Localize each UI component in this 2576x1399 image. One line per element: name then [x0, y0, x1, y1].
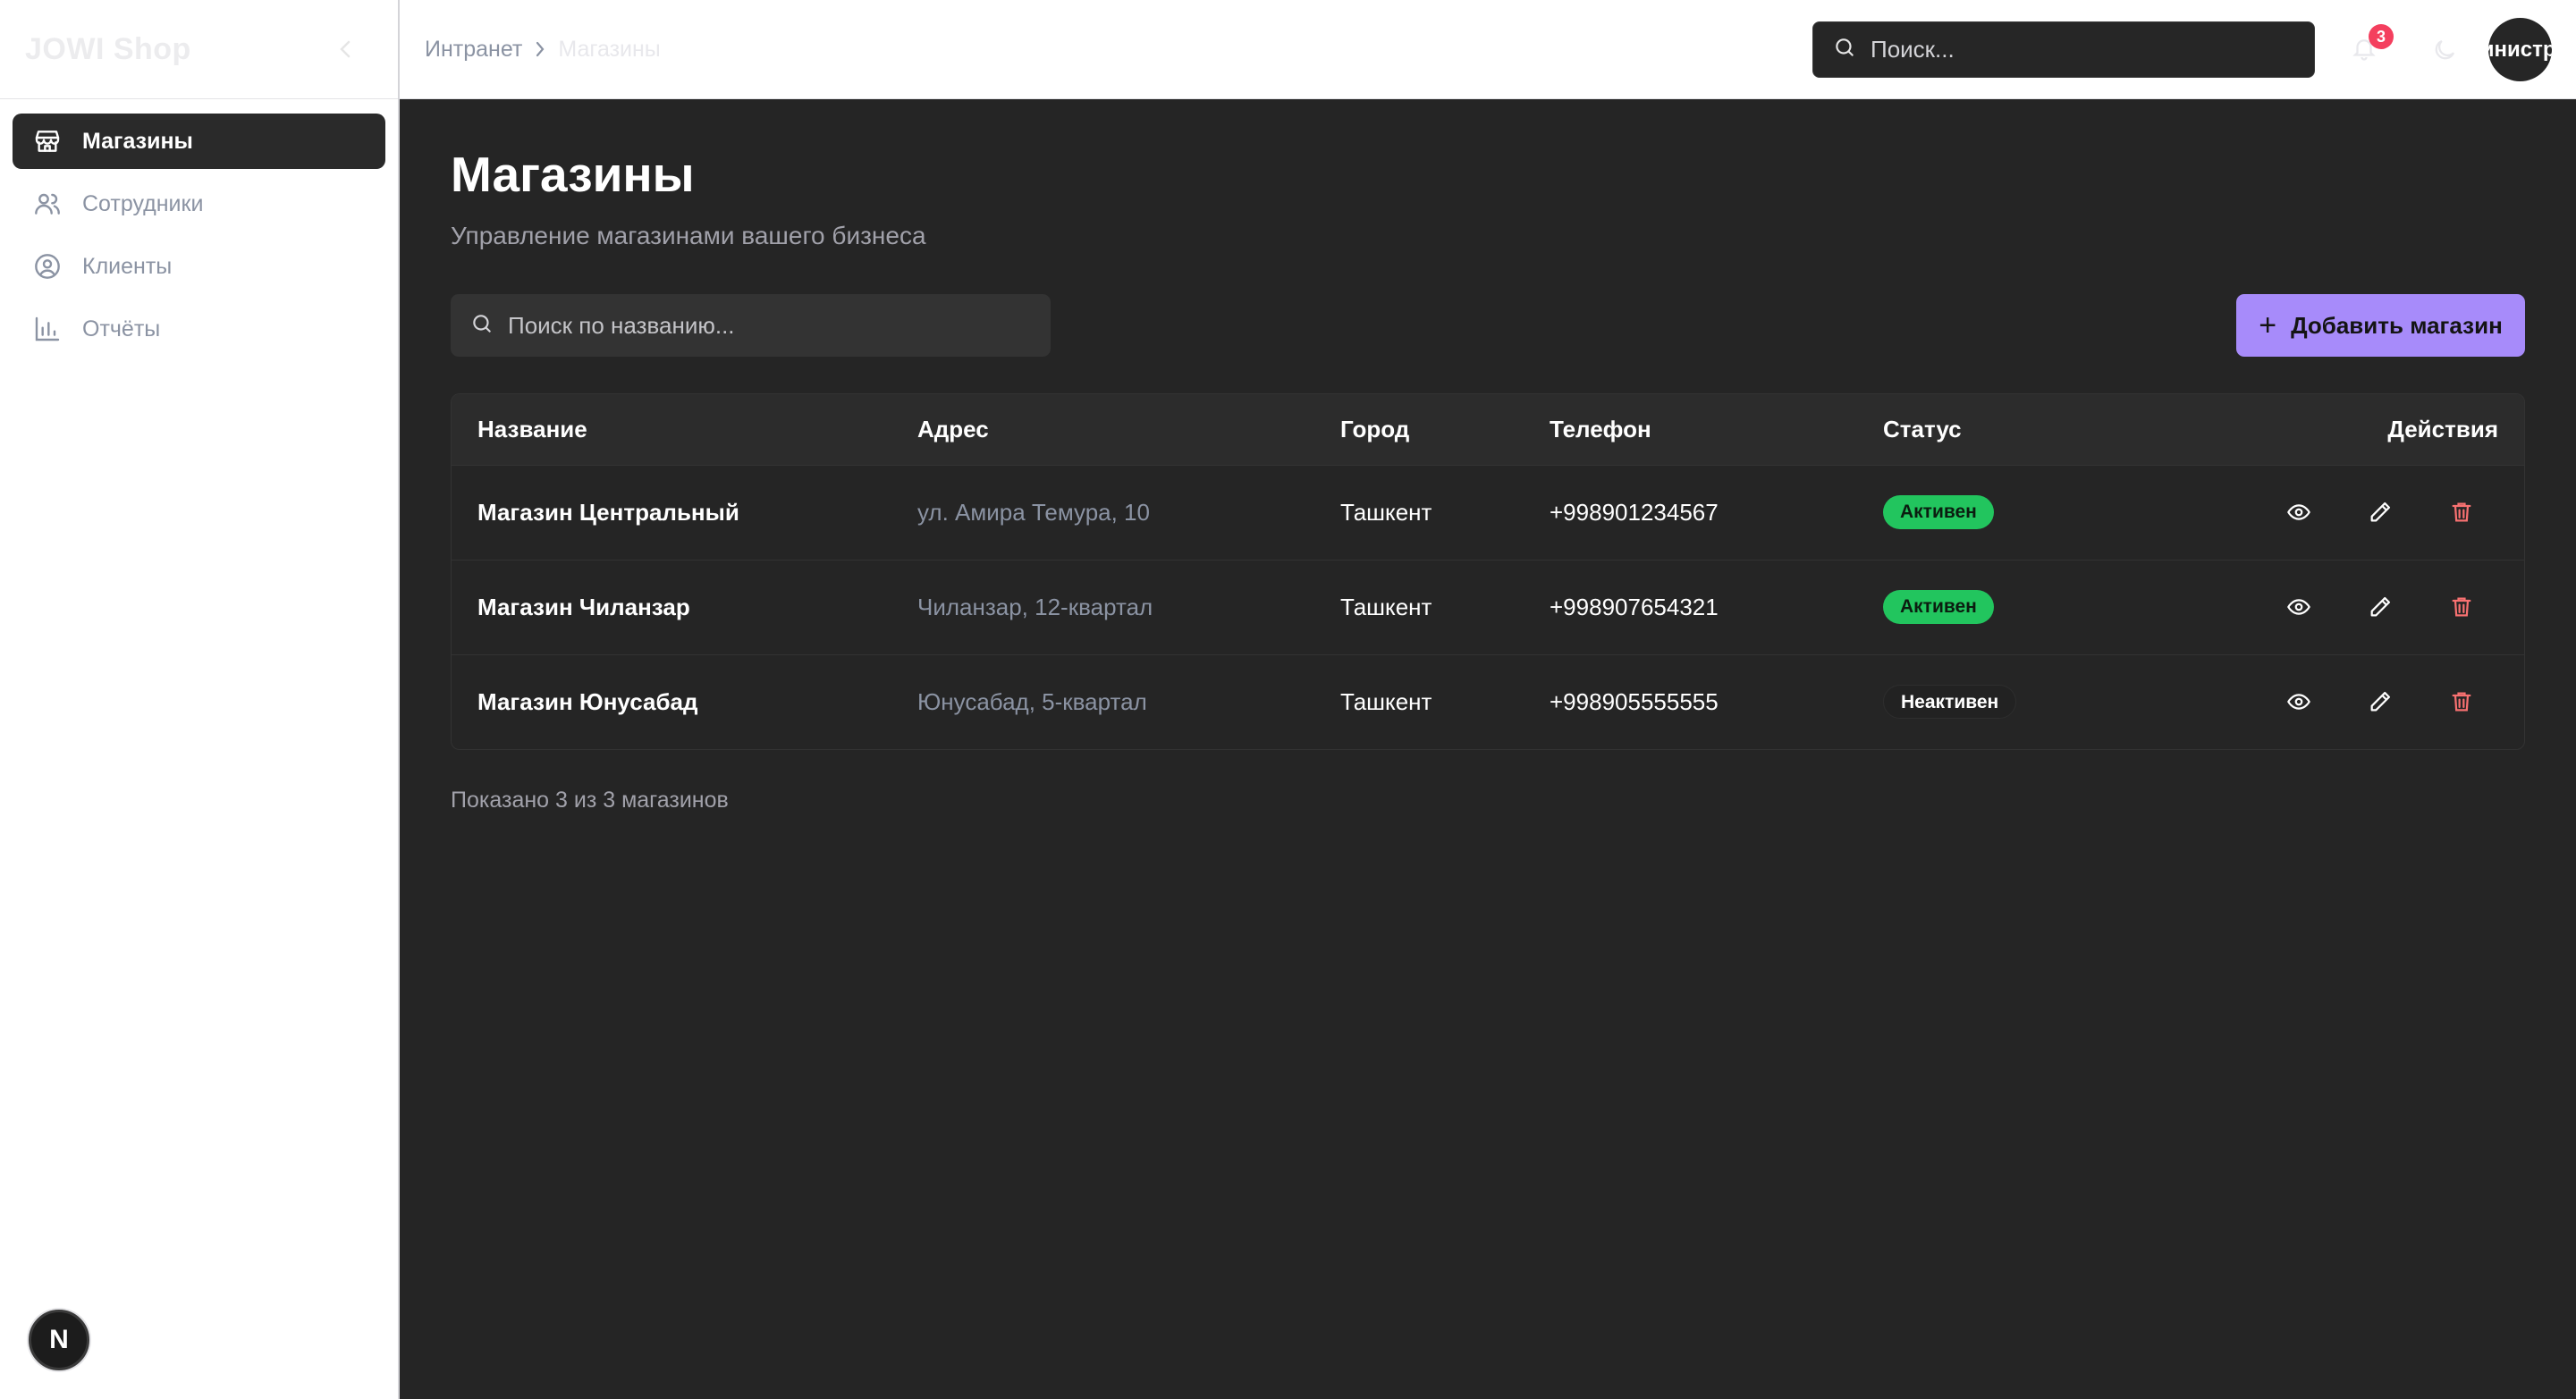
status-badge: Неактивен — [1883, 685, 2017, 720]
sidebar: JOWI Shop Магазины Сотрудники Клиенты От… — [0, 0, 400, 1399]
column-header-city[interactable]: Город — [1314, 394, 1524, 465]
table-row[interactable]: Магазин Юнусабад Юнусабад, 5-квартал Таш… — [452, 654, 2524, 749]
store-name: Магазин Центральный — [477, 498, 739, 526]
pencil-icon[interactable] — [2362, 494, 2398, 530]
page-subtitle: Управление магазинами вашего бизнеса — [451, 222, 926, 249]
main-content: Магазины Управление магазинами вашего би… — [400, 99, 2576, 1399]
store-status-cell: Активен — [1857, 560, 2215, 654]
chevron-right-icon — [535, 40, 545, 58]
search-icon — [1833, 36, 1856, 63]
column-header-name[interactable]: Название — [452, 394, 891, 465]
moon-icon[interactable] — [2425, 30, 2464, 70]
bar-chart-icon — [32, 314, 63, 344]
status-badge: Активен — [1883, 495, 1994, 529]
column-header-address[interactable]: Адрес — [891, 394, 1314, 465]
page-title: Магазины — [451, 147, 695, 202]
add-store-button[interactable]: + Добавить магазин — [2236, 294, 2525, 357]
pencil-icon[interactable] — [2362, 684, 2398, 720]
global-search[interactable] — [1812, 21, 2315, 78]
table-row[interactable]: Магазин Центральный ул. Амира Темура, 10… — [452, 465, 2524, 560]
store-status-cell: Неактивен — [1857, 654, 2215, 749]
store-search[interactable] — [451, 294, 1051, 357]
sidebar-item-label: Клиенты — [82, 253, 173, 279]
store-phone: +998905555555 — [1550, 687, 1719, 715]
store-icon — [32, 126, 63, 156]
chevron-left-icon[interactable] — [332, 36, 359, 63]
table-row[interactable]: Магазин Чиланзар Чиланзар, 12-квартал Та… — [452, 560, 2524, 654]
users-icon — [32, 189, 63, 219]
store-name: Магазин Юнусабад — [477, 687, 698, 715]
eye-icon[interactable] — [2281, 589, 2317, 625]
sidebar-item-clients[interactable]: Клиенты — [13, 239, 385, 294]
breadcrumb-home[interactable]: Интранет — [425, 37, 522, 63]
brand-logo[interactable]: JOWI Shop — [25, 32, 191, 67]
row-actions — [2215, 654, 2524, 749]
store-phone: +998901234567 — [1550, 498, 1719, 526]
topbar: Интранет Магазины — [400, 0, 2576, 99]
table-header-row: Название Адрес Город Телефон Статус Дейс… — [452, 394, 2524, 465]
global-search-input[interactable] — [1871, 36, 2294, 63]
store-address: Чиланзар, 12-квартал — [917, 593, 1153, 620]
trash-icon[interactable] — [2444, 589, 2479, 625]
notification-count-badge: 3 — [2369, 24, 2394, 49]
column-header-status[interactable]: Статус — [1857, 394, 2215, 465]
store-status-cell: Активен — [1857, 465, 2215, 560]
column-header-phone[interactable]: Телефон — [1524, 394, 1857, 465]
trash-icon[interactable] — [2444, 494, 2479, 530]
results-count: Показано 3 из 3 магазинов — [451, 788, 729, 813]
stores-table: Название Адрес Город Телефон Статус Дейс… — [451, 393, 2525, 750]
sidebar-nav: Магазины Сотрудники Клиенты Отчёты — [0, 99, 398, 357]
store-city: Ташкент — [1340, 498, 1432, 526]
store-city: Ташкент — [1340, 593, 1432, 620]
sidebar-item-reports[interactable]: Отчёты — [13, 301, 385, 357]
store-search-input[interactable] — [508, 311, 1031, 340]
status-badge: Активен — [1883, 590, 1994, 624]
store-address: ул. Амира Темура, 10 — [917, 498, 1150, 526]
add-store-button-label: Добавить магазин — [2291, 311, 2503, 339]
store-name: Магазин Чиланзар — [477, 593, 690, 620]
sidebar-item-label: Сотрудники — [82, 190, 204, 216]
avatar-text: Администратор — [2488, 37, 2552, 62]
user-circle-icon — [32, 251, 63, 282]
pencil-icon[interactable] — [2362, 589, 2398, 625]
store-address: Юнусабад, 5-квартал — [917, 687, 1147, 715]
row-actions — [2215, 465, 2524, 560]
avatar[interactable]: Администратор — [2488, 18, 2552, 81]
column-header-actions: Действия — [2387, 415, 2498, 442]
row-actions — [2215, 560, 2524, 654]
eye-icon[interactable] — [2281, 684, 2317, 720]
plus-icon: + — [2259, 308, 2277, 342]
sidebar-item-label: Магазины — [82, 128, 193, 154]
sidebar-header: JOWI Shop — [0, 0, 398, 99]
eye-icon[interactable] — [2281, 494, 2317, 530]
search-icon — [470, 312, 494, 340]
trash-icon[interactable] — [2444, 684, 2479, 720]
sidebar-item-label: Отчёты — [82, 316, 161, 341]
app-root: JOWI Shop Магазины Сотрудники Клиенты От… — [0, 0, 2576, 1399]
breadcrumb: Интранет Магазины — [425, 37, 661, 63]
breadcrumb-current: Магазины — [558, 36, 661, 62]
store-phone: +998907654321 — [1550, 593, 1719, 620]
framework-badge[interactable]: N — [29, 1310, 89, 1370]
sidebar-item-stores[interactable]: Магазины — [13, 114, 385, 169]
store-city: Ташкент — [1340, 687, 1432, 715]
sidebar-item-employees[interactable]: Сотрудники — [13, 176, 385, 232]
